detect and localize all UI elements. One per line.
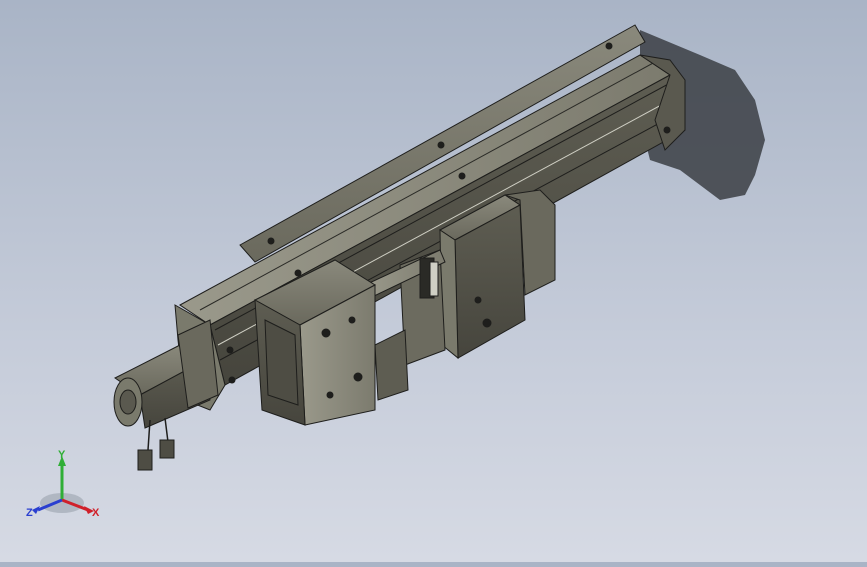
axis-triad: Y X Z <box>26 449 100 519</box>
model-canvas[interactable] <box>0 0 867 562</box>
z-axis-label: Z <box>26 507 33 519</box>
y-axis-label: Y <box>58 449 66 461</box>
x-axis-label: X <box>92 507 100 519</box>
cable-connectors <box>137 439 175 471</box>
servo-motor[interactable] <box>113 319 219 429</box>
graphics-viewport[interactable]: Y X Z <box>0 0 867 562</box>
